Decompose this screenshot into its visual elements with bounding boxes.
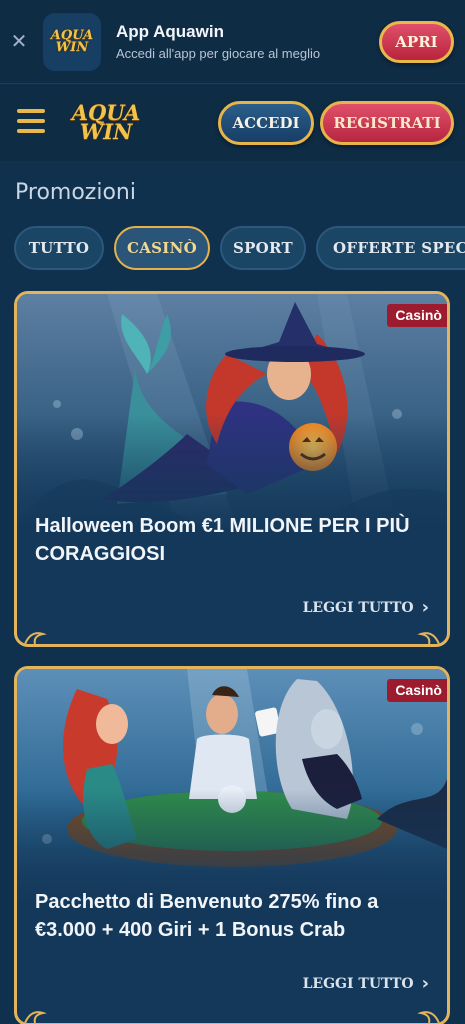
app-install-banner: ✕ AQUA WIN App Aquawin Accedi all'app pe…: [0, 0, 465, 84]
close-icon[interactable]: ✕: [8, 30, 30, 52]
logo-line-2: WIN: [55, 40, 89, 55]
promo-category-tabs: TUTTO CASINÒ SPORT OFFERTE SPECIA: [0, 226, 465, 272]
register-button[interactable]: REGISTRATI: [320, 101, 454, 145]
read-more-link[interactable]: LEGGI TUTTO ›: [303, 973, 429, 994]
app-icon: AQUA WIN: [43, 13, 101, 71]
site-logo[interactable]: AQUA WIN: [68, 97, 144, 149]
hamburger-menu-icon[interactable]: [17, 109, 45, 133]
ornament-icon: [417, 632, 440, 644]
promo-card[interactable]: Casinò Pacchetto di Benvenuto 275% fino …: [14, 666, 450, 1024]
promo-card[interactable]: Casinò Halloween Boom €1 MILIONE PER I P…: [14, 291, 450, 647]
chevron-right-icon: ›: [421, 597, 429, 618]
read-more-link[interactable]: LEGGI TUTTO ›: [303, 597, 429, 618]
ornament-icon: [417, 1011, 440, 1023]
ornament-icon: [24, 632, 47, 644]
tab-sport[interactable]: SPORT: [220, 226, 306, 270]
ornament-icon: [24, 1011, 47, 1023]
promo-title: Halloween Boom €1 MILIONE PER I PIÙ CORA…: [35, 515, 410, 565]
app-subtitle: Accedi all'app per giocare al meglio: [116, 46, 321, 61]
category-badge: Casinò: [387, 679, 447, 702]
category-badge: Casinò: [387, 304, 447, 327]
tab-tutto[interactable]: TUTTO: [14, 226, 104, 270]
promo-title: Pacchetto di Benvenuto 275% fino a €3.00…: [35, 891, 379, 941]
page-title: Promozioni: [15, 180, 136, 205]
app-logo: AQUA WIN: [51, 29, 93, 55]
logo-line-2: WIN: [79, 119, 133, 144]
chevron-right-icon: ›: [421, 973, 429, 994]
read-more-label: LEGGI TUTTO: [302, 975, 414, 992]
tab-offerte-speciali[interactable]: OFFERTE SPECIA: [316, 226, 465, 270]
site-header: AQUA WIN ACCEDI REGISTRATI: [0, 85, 465, 161]
read-more-label: LEGGI TUTTO: [302, 599, 414, 616]
app-name: App Aquawin: [116, 22, 224, 41]
login-button[interactable]: ACCEDI: [218, 101, 314, 145]
tab-casino[interactable]: CASINÒ: [114, 226, 210, 270]
open-app-button[interactable]: APRI: [379, 21, 454, 63]
